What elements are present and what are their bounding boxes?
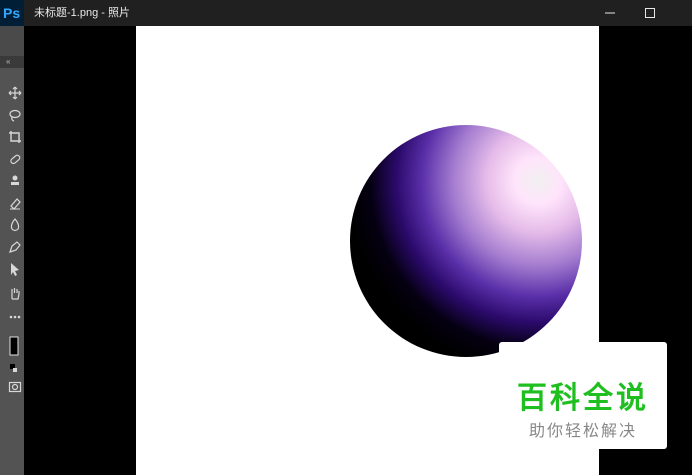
crop-icon[interactable] (8, 130, 22, 144)
healing-brush-icon[interactable] (8, 152, 22, 166)
options-bar-stub (0, 26, 24, 56)
swap-colors-icon[interactable] (8, 362, 22, 376)
window-title: 未标题-1.png - 照片 (34, 7, 130, 19)
collapse-panel-button[interactable]: « (0, 56, 24, 68)
watermark-title: 百科全说 (517, 382, 649, 415)
quick-mask-icon[interactable] (8, 380, 22, 394)
watermark-subtitle: 助你轻松解决 (528, 423, 637, 440)
eraser-icon[interactable] (8, 196, 22, 210)
photoshop-logo: Ps (0, 0, 24, 26)
maximize-button[interactable] (630, 0, 670, 26)
more-tools-icon[interactable] (8, 310, 22, 324)
pen-icon[interactable] (8, 240, 22, 254)
minimize-icon (605, 12, 615, 14)
blur-drop-icon[interactable] (8, 218, 22, 232)
maximize-icon (645, 8, 655, 18)
photoshop-toolbar: Ps « (0, 0, 24, 475)
watermark: 百科全说 助你轻松解决 (499, 342, 667, 449)
lasso-icon[interactable] (8, 108, 22, 122)
title-bar: 未标题-1.png - 照片 (24, 0, 692, 26)
clone-stamp-icon[interactable] (8, 174, 22, 188)
photo-viewer-window: 未标题-1.png - 照片 百科全说 助你轻松解决 (24, 0, 692, 475)
path-selection-icon[interactable] (8, 262, 22, 276)
minimize-button[interactable] (590, 0, 630, 26)
purple-sphere-image (350, 125, 582, 357)
foreground-color-icon[interactable] (8, 336, 22, 358)
hand-icon[interactable] (8, 286, 22, 300)
move-icon[interactable] (8, 86, 22, 100)
